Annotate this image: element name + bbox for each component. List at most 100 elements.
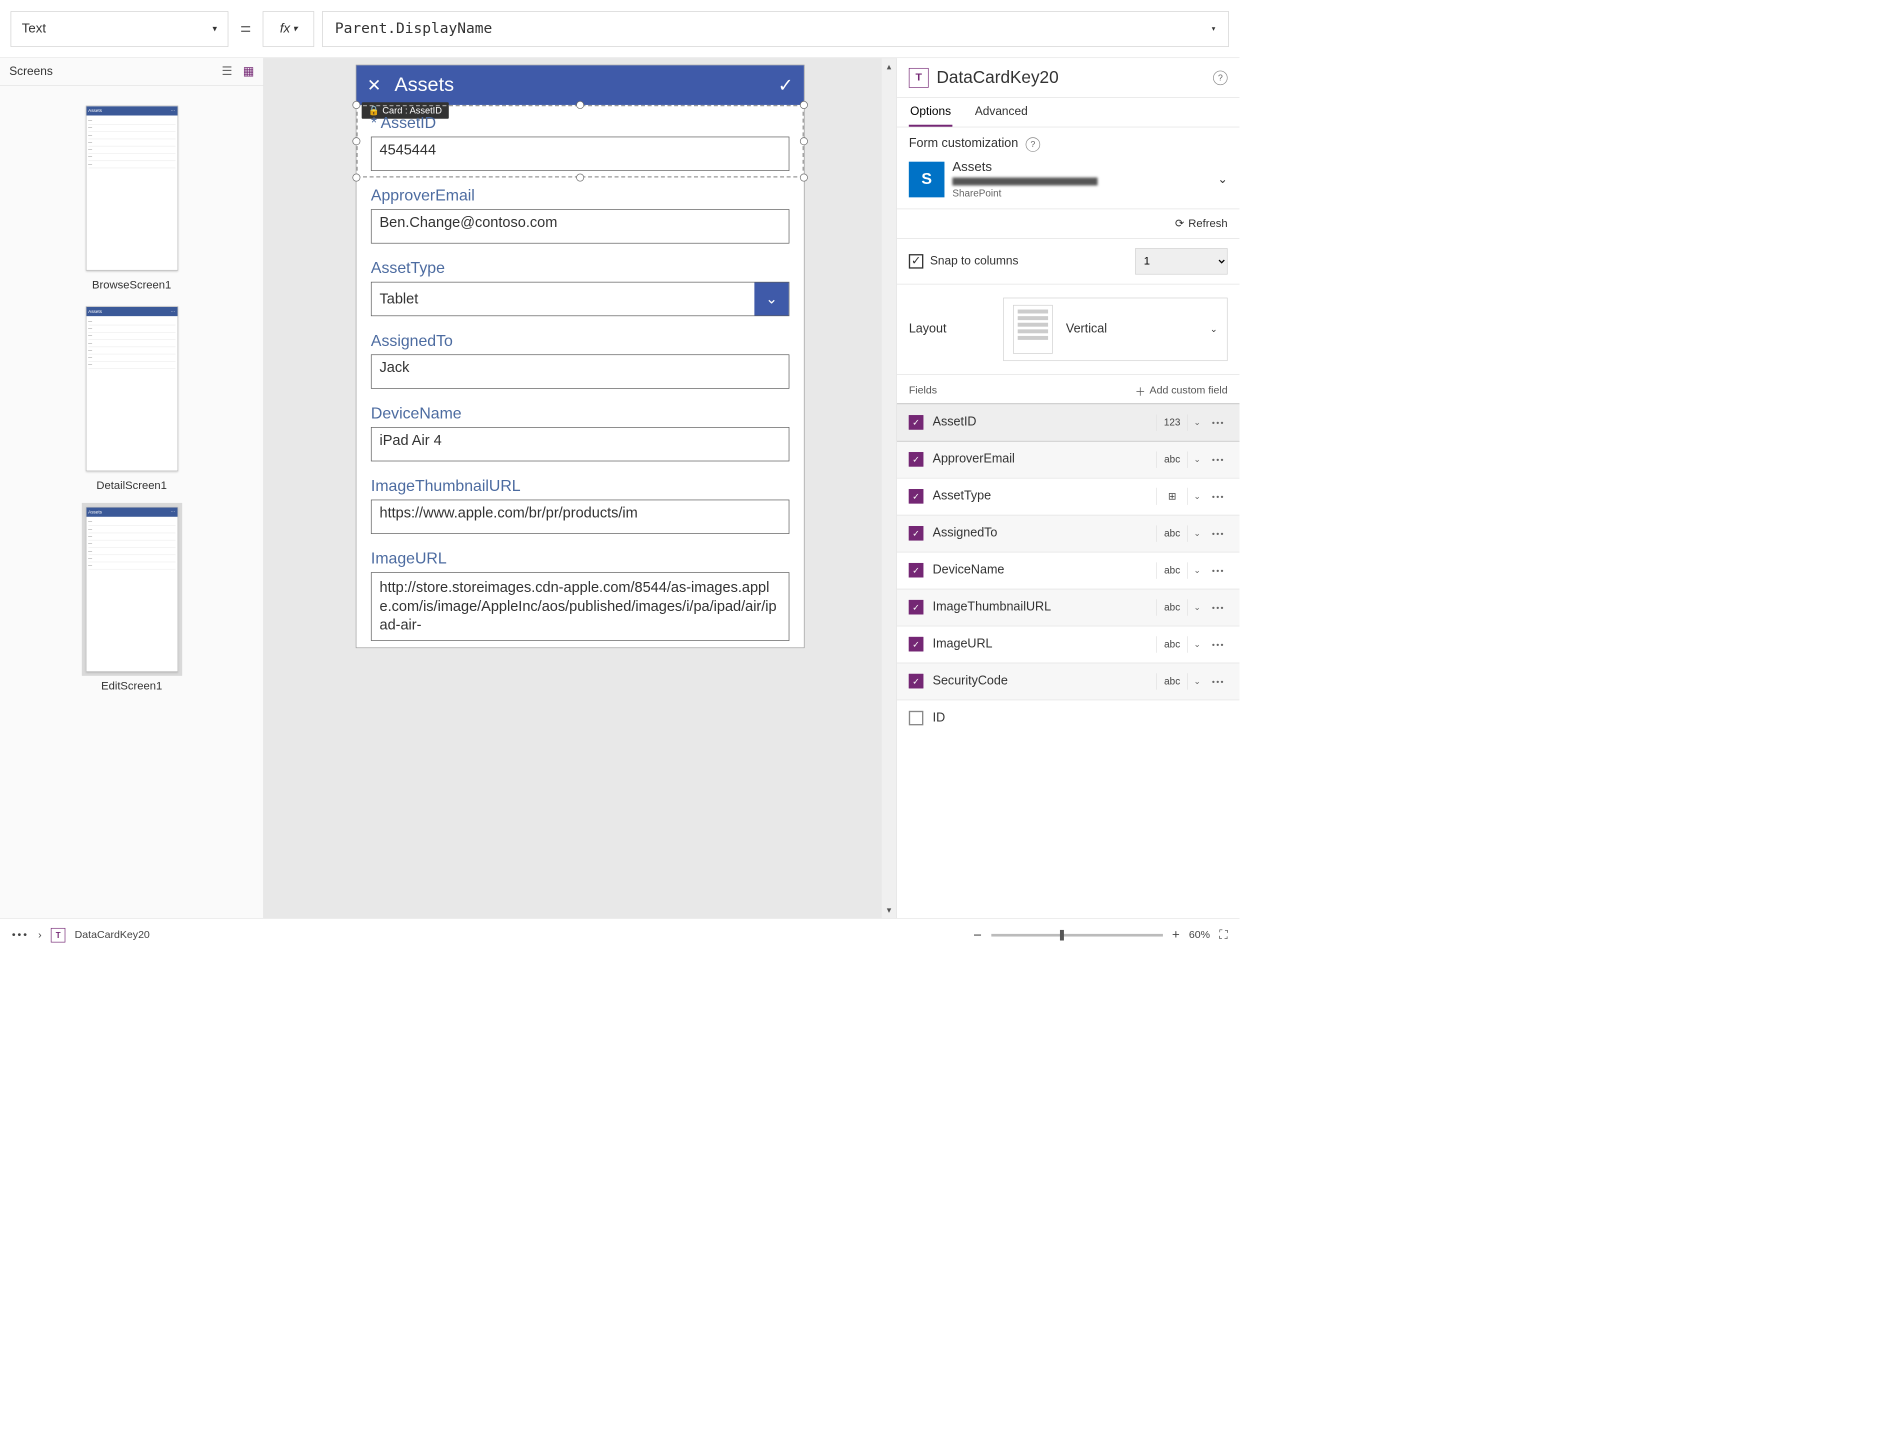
chevron-down-icon[interactable]: ⌄ xyxy=(1188,528,1206,539)
field-checkbox[interactable]: ✓ xyxy=(909,415,924,430)
grid-view-icon[interactable]: ▦ xyxy=(243,65,254,79)
field-row[interactable]: ID xyxy=(897,699,1240,736)
zoom-in-button[interactable]: + xyxy=(1172,927,1180,942)
field-checkbox[interactable]: ✓ xyxy=(909,489,924,504)
chevron-down-icon: ⌄ xyxy=(754,282,788,315)
snap-checkbox[interactable]: ✓ Snap to columns xyxy=(909,254,1019,269)
field-checkbox[interactable]: ✓ xyxy=(909,452,924,467)
form-card[interactable]: ImageThumbnailURLhttps://www.apple.com/b… xyxy=(356,468,803,541)
text-input[interactable]: http://store.storeimages.cdn-apple.com/8… xyxy=(371,572,789,640)
more-icon[interactable]: ••• xyxy=(1206,528,1230,538)
field-row[interactable]: ✓ImageURLabc⌄••• xyxy=(897,625,1240,662)
resize-handle[interactable] xyxy=(352,137,360,145)
screen-thumbnail[interactable]: Assets⋯———————EditScreen1 xyxy=(0,498,263,699)
scroll-down-icon[interactable]: ▾ xyxy=(887,904,892,915)
field-name: AssetID xyxy=(933,415,1157,430)
text-input[interactable]: https://www.apple.com/br/pr/products/im xyxy=(371,500,789,534)
refresh-label: Refresh xyxy=(1188,217,1227,230)
chevron-down-icon[interactable]: ⌄ xyxy=(1188,602,1206,613)
control-name: DataCardKey20 xyxy=(937,67,1059,87)
datasource-name: Assets xyxy=(952,159,1097,174)
refresh-button[interactable]: ⟳ Refresh xyxy=(897,209,1240,239)
tab-advanced[interactable]: Advanced xyxy=(974,98,1029,127)
field-row[interactable]: ✓ImageThumbnailURLabc⌄••• xyxy=(897,588,1240,625)
text-control-icon: T xyxy=(51,928,66,943)
list-view-icon[interactable]: ☰ xyxy=(222,65,233,79)
more-icon[interactable]: ••• xyxy=(1206,602,1230,612)
field-checkbox[interactable]: ✓ xyxy=(909,600,924,615)
form-card[interactable]: * AssetID 4545444 xyxy=(356,105,803,178)
text-input[interactable]: iPad Air 4 xyxy=(371,427,789,461)
text-input[interactable]: Ben.Change@contoso.com xyxy=(371,209,789,243)
formula-input[interactable]: Parent.DisplayName ▾ xyxy=(322,11,1229,47)
chevron-down-icon[interactable]: ⌄ xyxy=(1218,172,1228,186)
back-icon[interactable]: ✕ xyxy=(367,75,381,95)
form-card[interactable]: ImageURLhttp://store.storeimages.cdn-app… xyxy=(356,541,803,648)
submit-icon[interactable]: ✓ xyxy=(778,74,793,96)
resize-handle[interactable] xyxy=(800,137,808,145)
field-row[interactable]: ✓AssignedToabc⌄••• xyxy=(897,514,1240,551)
control-title-row: T DataCardKey20 ? xyxy=(897,58,1240,98)
snap-to-columns-row: ✓ Snap to columns 1 xyxy=(897,239,1240,285)
more-icon[interactable]: ••• xyxy=(1206,491,1230,501)
field-row[interactable]: ✓DeviceNameabc⌄••• xyxy=(897,551,1240,588)
chevron-down-icon[interactable]: ⌄ xyxy=(1188,491,1206,502)
fields-header: Fields ＋ Add custom field xyxy=(897,375,1240,404)
field-row[interactable]: ✓AssetType⊞⌄••• xyxy=(897,478,1240,515)
field-row[interactable]: ✓SecurityCodeabc⌄••• xyxy=(897,662,1240,699)
more-icon[interactable]: ••• xyxy=(1206,565,1230,575)
field-checkbox[interactable]: ✓ xyxy=(909,526,924,541)
field-checkbox[interactable] xyxy=(909,711,924,726)
dropdown-input[interactable]: Tablet⌄ xyxy=(371,282,789,316)
fields-list: ✓AssetID123⌄•••✓ApproverEmailabc⌄•••✓Ass… xyxy=(897,404,1240,737)
scroll-up-icon[interactable]: ▴ xyxy=(887,61,892,72)
fx-button[interactable]: fx ▾ xyxy=(263,11,314,47)
datasource-row[interactable]: S Assets SharePoint ⌄ xyxy=(909,159,1228,199)
more-icon[interactable]: ••• xyxy=(12,929,29,941)
datasource-type: SharePoint xyxy=(952,188,1097,199)
chevron-down-icon[interactable]: ⌄ xyxy=(1188,565,1206,576)
more-icon[interactable]: ••• xyxy=(1206,454,1230,464)
field-checkbox[interactable]: ✓ xyxy=(909,563,924,578)
screen-thumbnail[interactable]: Assets⋯———————BrowseScreen1 xyxy=(0,96,263,297)
zoom-out-button[interactable]: − xyxy=(973,926,981,943)
field-checkbox[interactable]: ✓ xyxy=(909,674,924,689)
add-custom-field-button[interactable]: ＋ Add custom field xyxy=(1135,382,1228,398)
text-input[interactable]: Jack xyxy=(371,354,789,388)
field-label: * AssetID xyxy=(371,114,789,132)
form-card[interactable]: DeviceNameiPad Air 4 xyxy=(356,395,803,468)
more-icon[interactable]: ••• xyxy=(1206,676,1230,686)
chevron-down-icon[interactable]: ⌄ xyxy=(1188,417,1206,428)
layout-label: Layout xyxy=(909,322,947,337)
text-input[interactable]: 4545444 xyxy=(371,137,789,171)
snap-columns-select[interactable]: 1 xyxy=(1135,248,1227,274)
tab-options[interactable]: Options xyxy=(909,98,953,127)
form-card[interactable]: AssetTypeTablet⌄ xyxy=(356,250,803,323)
breadcrumb-control[interactable]: DataCardKey20 xyxy=(75,929,150,941)
chevron-down-icon[interactable]: ⌄ xyxy=(1188,454,1206,465)
field-name: ImageThumbnailURL xyxy=(933,600,1157,615)
chevron-down-icon[interactable]: ⌄ xyxy=(1188,676,1206,687)
app-title: Assets xyxy=(381,74,777,96)
more-icon[interactable]: ••• xyxy=(1206,639,1230,649)
screen-thumbnail[interactable]: Assets⋯———————DetailScreen1 xyxy=(0,297,263,498)
fields-label: Fields xyxy=(909,384,937,396)
field-row[interactable]: ✓ApproverEmailabc⌄••• xyxy=(897,441,1240,478)
field-row[interactable]: ✓ AssetID123⌄••• xyxy=(897,404,1240,441)
form-customization-label: Form customization xyxy=(909,137,1018,151)
field-type-badge: 123 xyxy=(1156,414,1188,431)
fit-to-window-icon[interactable]: ⛶ xyxy=(1219,928,1227,942)
canvas-scrollbar[interactable]: ▴ ▾ xyxy=(882,58,897,918)
zoom-slider[interactable] xyxy=(991,934,1163,937)
field-checkbox[interactable]: ✓ xyxy=(909,637,924,652)
refresh-icon: ⟳ xyxy=(1175,217,1184,230)
more-icon[interactable]: ••• xyxy=(1206,417,1230,427)
form-card[interactable]: ApproverEmailBen.Change@contoso.com xyxy=(356,178,803,251)
property-select[interactable]: Text ▾ xyxy=(11,11,229,47)
chevron-down-icon[interactable]: ⌄ xyxy=(1188,639,1206,650)
help-icon[interactable]: ? xyxy=(1213,70,1228,85)
layout-row: Layout Vertical ⌄ xyxy=(897,284,1240,374)
layout-select[interactable]: Vertical ⌄ xyxy=(1003,297,1227,360)
form-card[interactable]: AssignedToJack xyxy=(356,323,803,396)
help-icon[interactable]: ? xyxy=(1026,137,1041,152)
